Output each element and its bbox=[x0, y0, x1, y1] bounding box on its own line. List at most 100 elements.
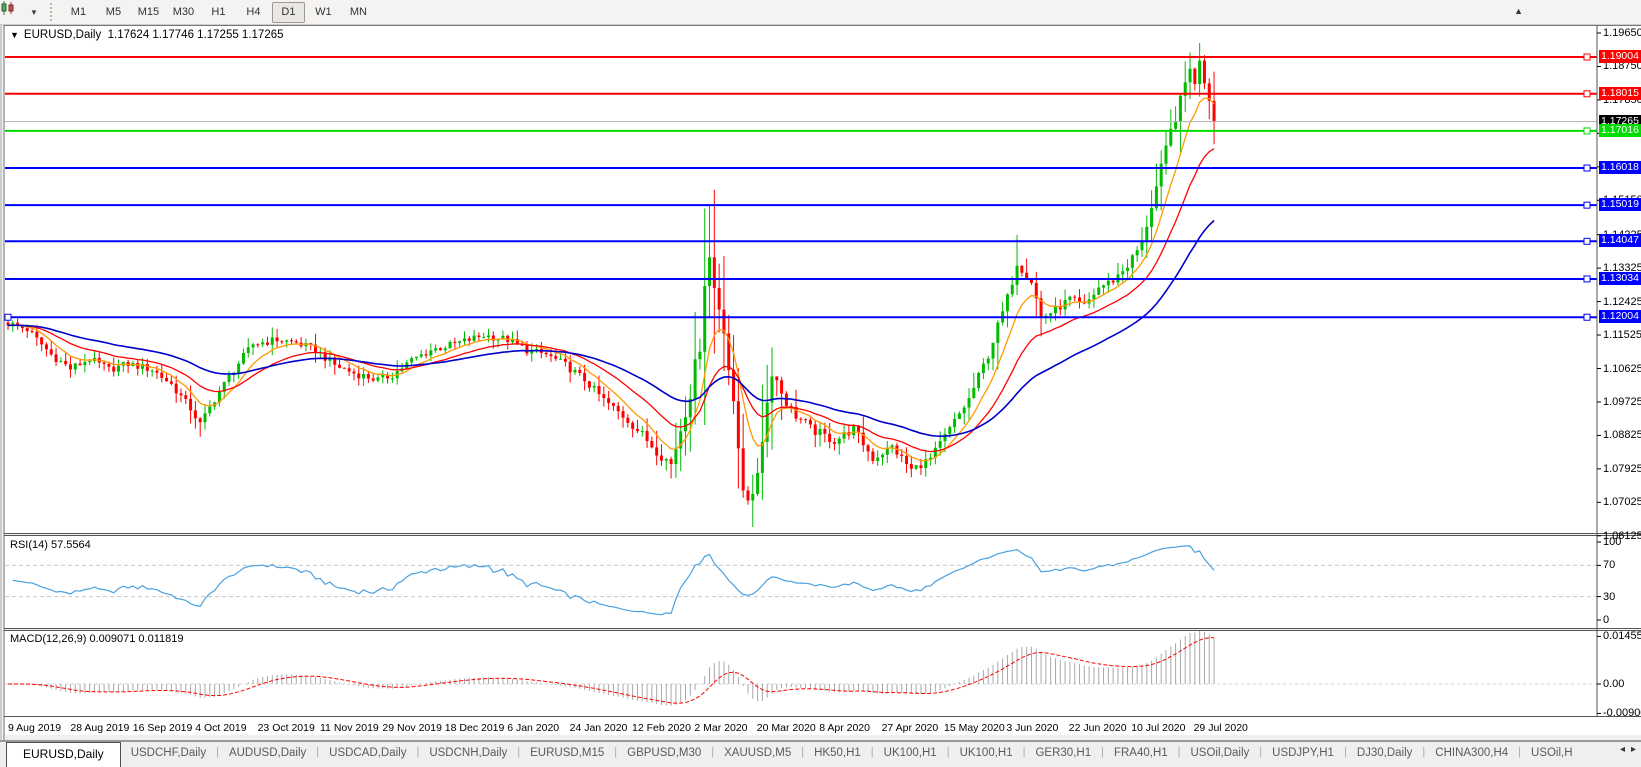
date-label: 18 Dec 2019 bbox=[444, 722, 505, 734]
candle-body bbox=[905, 455, 909, 464]
candle-body bbox=[1073, 296, 1077, 298]
hline-handle-right-1.12004[interactable] bbox=[1583, 313, 1591, 321]
candle-body bbox=[78, 363, 82, 366]
price-level-badge[interactable]: 1.17016 bbox=[1599, 123, 1641, 137]
date-label: 9 Aug 2019 bbox=[8, 722, 62, 734]
tab-scroll-right-icon[interactable]: ▸ bbox=[1631, 744, 1636, 755]
tab-usoil-daily[interactable]: USOil,Daily bbox=[1181, 742, 1260, 767]
candlestick-chart-icon[interactable] bbox=[1, 1, 29, 22]
tab-uk100-h1[interactable]: UK100,H1 bbox=[950, 742, 1023, 767]
tab-xauusd-m5[interactable]: XAUUSD,M5 bbox=[714, 742, 801, 767]
candle-body bbox=[424, 354, 428, 356]
timeframe-button-h4[interactable]: H4 bbox=[237, 2, 270, 23]
date-label: 28 Aug 2019 bbox=[70, 722, 130, 734]
tab-eurusd-m15[interactable]: EURUSD,M15 bbox=[520, 742, 614, 767]
candle-body bbox=[1202, 60, 1206, 84]
toolbar-grip[interactable] bbox=[49, 3, 55, 21]
chevron-down-icon[interactable]: ▼ bbox=[30, 8, 38, 17]
candle-body bbox=[342, 367, 346, 369]
price-level-badge[interactable]: 1.14047 bbox=[1599, 234, 1641, 248]
candle-body bbox=[251, 344, 255, 348]
candle-body bbox=[419, 354, 423, 357]
candle-body bbox=[909, 463, 913, 469]
tab-eurusd-daily[interactable]: EURUSD,Daily bbox=[6, 742, 121, 767]
macd-label: MACD(12,26,9) 0.009071 0.011819 bbox=[10, 633, 184, 645]
candle-body bbox=[871, 451, 875, 461]
tab-usdcnh-daily[interactable]: USDCNH,Daily bbox=[419, 742, 517, 767]
candle-body bbox=[1174, 121, 1178, 129]
tab-scroll-left-icon[interactable]: ◂ bbox=[1620, 744, 1625, 755]
candle-body bbox=[1092, 294, 1096, 300]
price-level-badge[interactable]: 1.19004 bbox=[1599, 50, 1641, 63]
price-tick-label: 1.08825 bbox=[1603, 429, 1641, 442]
hline-handle-right-1.18015[interactable] bbox=[1583, 90, 1591, 98]
candle-body bbox=[962, 407, 966, 414]
candle-body bbox=[59, 360, 63, 362]
candle-body bbox=[30, 331, 34, 333]
hline-handle-right-1.14047[interactable] bbox=[1583, 237, 1591, 245]
tab-usdchf-daily[interactable]: USDCHF,Daily bbox=[121, 742, 216, 767]
hline-handle-right-1.19004[interactable] bbox=[1583, 53, 1591, 61]
timeframe-button-d1[interactable]: D1 bbox=[271, 1, 305, 23]
tab-uk100-h1[interactable]: UK100,H1 bbox=[874, 742, 947, 767]
hline-handle-right-1.16018[interactable] bbox=[1583, 164, 1591, 172]
candle-body bbox=[717, 287, 721, 310]
candle-body bbox=[1178, 95, 1182, 122]
timeframe-button-w1[interactable]: W1 bbox=[307, 2, 340, 23]
candle-body bbox=[410, 358, 414, 363]
price-level-badge[interactable]: 1.12004 bbox=[1599, 310, 1641, 324]
timeframe-button-m1[interactable]: M1 bbox=[62, 2, 95, 23]
rsi-scale-label: 30 bbox=[1603, 590, 1616, 603]
price-level-badge[interactable]: 1.18015 bbox=[1599, 86, 1641, 100]
candle-body bbox=[1135, 250, 1139, 256]
candle-body bbox=[160, 372, 164, 378]
timeframe-button-m5[interactable]: M5 bbox=[97, 2, 130, 23]
candle-body bbox=[1111, 280, 1115, 283]
price-level-badge[interactable]: 1.15019 bbox=[1599, 198, 1641, 212]
tab-dj30-daily[interactable]: DJ30,Daily bbox=[1347, 742, 1423, 767]
candle-body bbox=[237, 363, 241, 373]
candle-body bbox=[1020, 265, 1024, 273]
toolbar: ▼ M1 M5 M15 M30 H1 H4 D1 W1 MN ▲ bbox=[0, 0, 1641, 25]
candle-body bbox=[818, 428, 822, 436]
tab-usdcad-daily[interactable]: USDCAD,Daily bbox=[319, 742, 416, 767]
candle-body bbox=[227, 375, 231, 382]
tab-fra40-h1[interactable]: FRA40,H1 bbox=[1104, 742, 1178, 767]
timeframe-button-h1[interactable]: H1 bbox=[202, 2, 235, 23]
candle-body bbox=[741, 448, 745, 491]
date-label: 23 Oct 2019 bbox=[257, 722, 315, 734]
date-label: 4 Oct 2019 bbox=[195, 722, 247, 734]
candle-body bbox=[477, 335, 481, 338]
candle-body bbox=[828, 433, 832, 442]
tab-hk50-h1[interactable]: HK50,H1 bbox=[804, 742, 871, 767]
candle-body bbox=[1005, 294, 1009, 312]
tab-ger30-h1[interactable]: GER30,H1 bbox=[1025, 742, 1101, 767]
timeframe-button-mn[interactable]: MN bbox=[342, 2, 375, 23]
candle-body bbox=[352, 371, 356, 374]
candle-body bbox=[669, 459, 673, 464]
tab-usoil-h[interactable]: USOil,H bbox=[1521, 742, 1583, 767]
candle-body bbox=[746, 490, 750, 501]
toolbar-overflow-icon[interactable]: ▲ bbox=[1514, 6, 1523, 16]
candle-body bbox=[938, 441, 942, 448]
tab-gbpusd-m30[interactable]: GBPUSD,M30 bbox=[617, 742, 711, 767]
hline-handle-left-1.12004[interactable] bbox=[4, 313, 12, 321]
tab-usdjpy-h1[interactable]: USDJPY,H1 bbox=[1262, 742, 1344, 767]
candle-body bbox=[573, 369, 577, 373]
candle-body bbox=[1106, 280, 1110, 286]
hline-handle-right-1.15019[interactable] bbox=[1583, 201, 1591, 209]
tab-china300-h4[interactable]: CHINA300,H4 bbox=[1425, 742, 1518, 767]
price-tick-label: 1.07025 bbox=[1603, 496, 1641, 509]
candle-body bbox=[40, 337, 44, 345]
price-level-badge[interactable]: 1.16018 bbox=[1599, 161, 1641, 175]
price-level-badge[interactable]: 1.13034 bbox=[1599, 271, 1641, 285]
candle-body bbox=[674, 448, 678, 464]
candle-body bbox=[578, 369, 582, 373]
hline-handle-right-1.17016[interactable] bbox=[1583, 127, 1591, 135]
tab-audusd-daily[interactable]: AUDUSD,Daily bbox=[219, 742, 316, 767]
candle-body bbox=[732, 370, 736, 402]
timeframe-button-m15[interactable]: M15 bbox=[132, 2, 165, 23]
hline-handle-right-1.13034[interactable] bbox=[1583, 275, 1591, 283]
symbol-dropdown-icon[interactable]: ▼ bbox=[10, 30, 19, 40]
timeframe-button-m30[interactable]: M30 bbox=[167, 2, 200, 23]
